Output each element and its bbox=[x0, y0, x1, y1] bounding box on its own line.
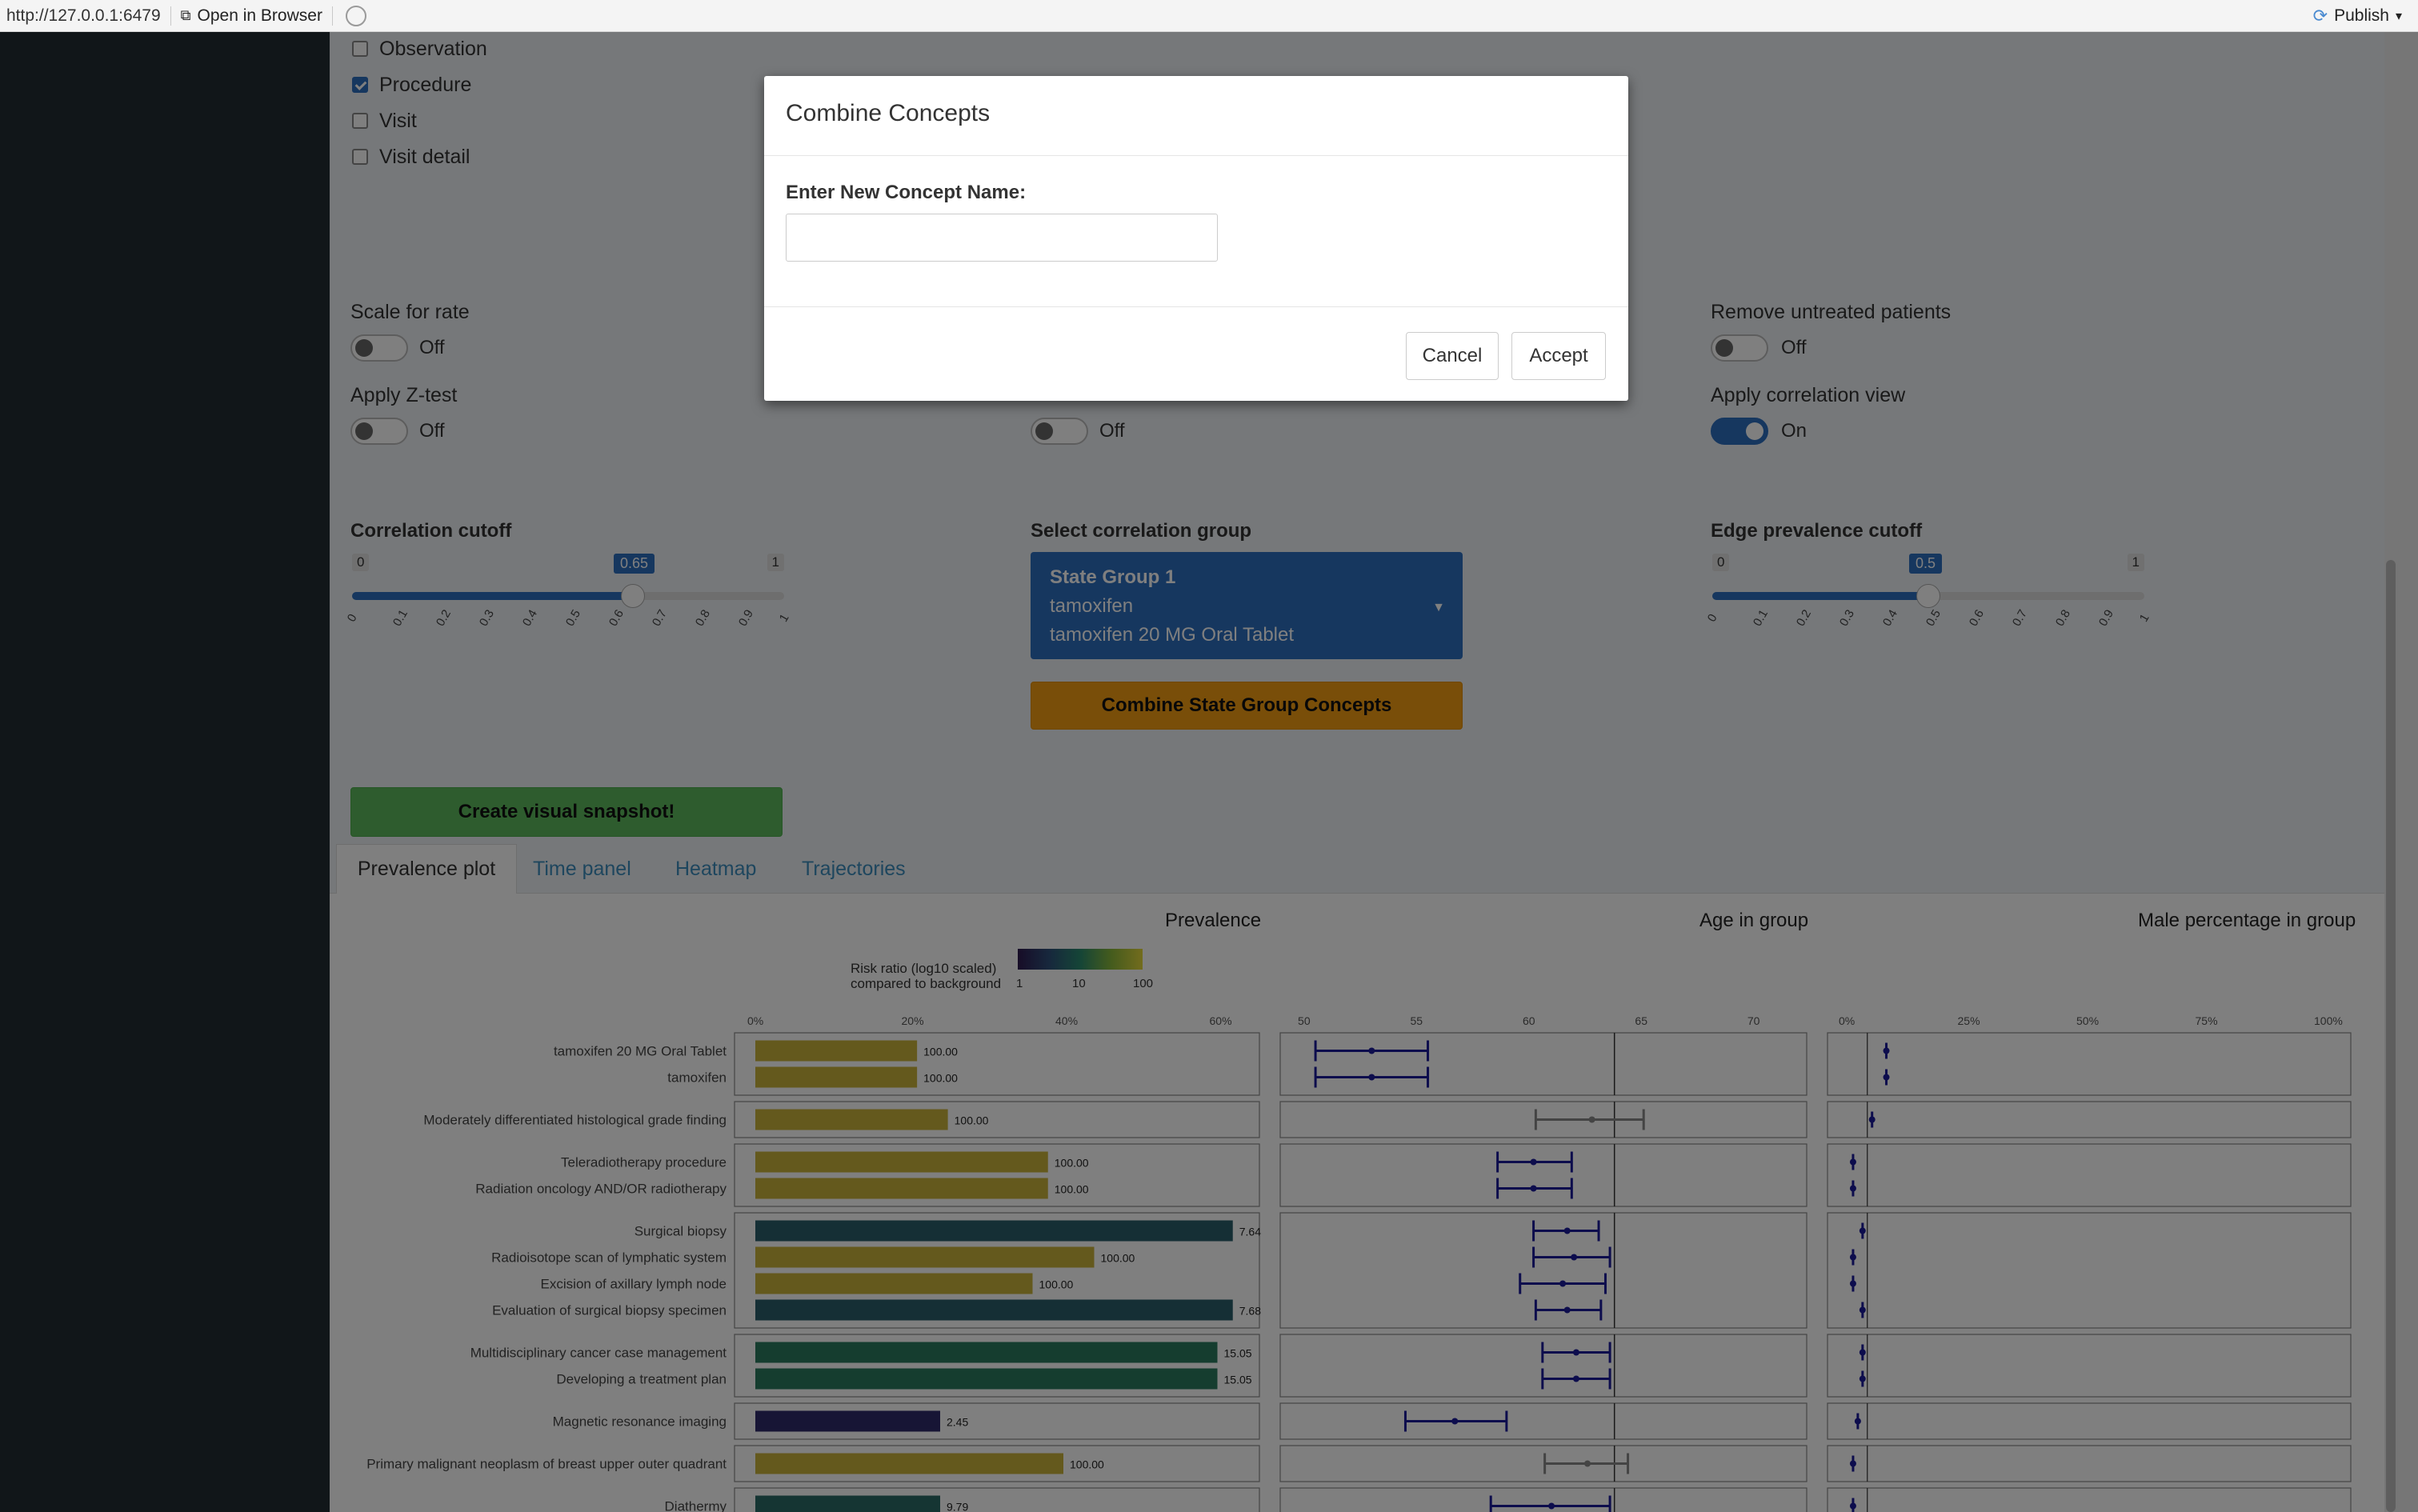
concept-name-label: Enter New Concept Name: bbox=[786, 182, 1027, 203]
open-external-icon: ⧉ bbox=[180, 7, 191, 23]
modal-footer bbox=[764, 306, 1628, 401]
toolbar-separator-2 bbox=[331, 6, 333, 26]
url-text: http://127.0.0.1:6479 bbox=[6, 6, 161, 25]
concept-name-input[interactable] bbox=[786, 214, 1218, 262]
publish-button[interactable]: ⟳ Publish ▾ bbox=[2313, 0, 2402, 32]
refresh-icon[interactable] bbox=[345, 5, 366, 26]
combine-concepts-modal: Combine Concepts Enter New Concept Name:… bbox=[764, 76, 1628, 401]
ide-toolbar: http://127.0.0.1:6479 ⧉ Open in Browser … bbox=[0, 0, 2418, 32]
publish-icon: ⟳ bbox=[2312, 6, 2328, 26]
accept-button[interactable]: Accept bbox=[1511, 332, 1606, 380]
toolbar-separator bbox=[170, 6, 171, 26]
chevron-down-icon: ▾ bbox=[2395, 10, 2402, 23]
open-in-browser-button[interactable]: ⧉ Open in Browser bbox=[181, 6, 322, 26]
modal-title: Combine Concepts bbox=[764, 76, 1628, 156]
cancel-button[interactable]: Cancel bbox=[1406, 332, 1499, 380]
